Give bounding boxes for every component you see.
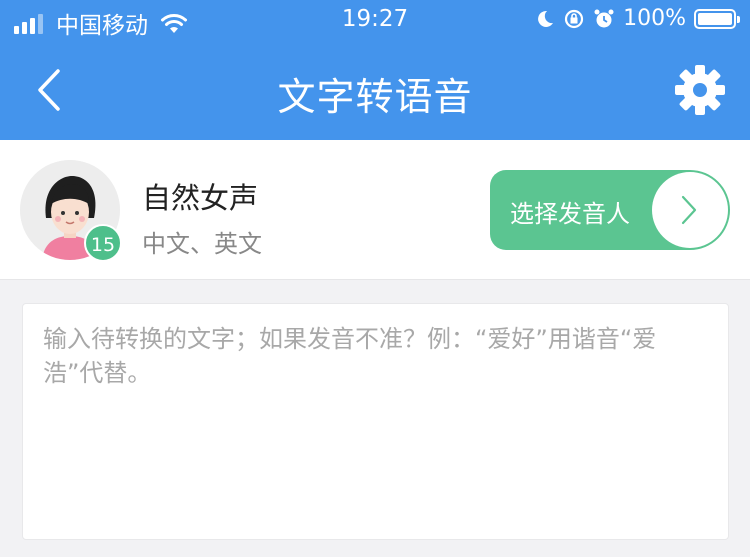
header-bar: 中国移动 19:27 100% 文字转语音 bbox=[0, 0, 750, 140]
voice-languages: 中文、英文 bbox=[142, 230, 262, 258]
voice-level-badge: 15 bbox=[84, 224, 122, 262]
battery-percent: 100% bbox=[623, 6, 686, 31]
choose-speaker-label: 选择发音人 bbox=[510, 200, 630, 228]
avatar: 15 bbox=[20, 160, 122, 262]
gear-icon[interactable] bbox=[674, 64, 726, 116]
battery-icon bbox=[694, 8, 740, 29]
alarm-icon bbox=[594, 9, 614, 27]
page-title: 文字转语音 bbox=[277, 75, 473, 119]
moon-icon bbox=[538, 10, 554, 27]
choose-speaker-circle bbox=[652, 172, 728, 248]
voice-name: 自然女声 bbox=[142, 181, 259, 215]
rotation-lock-icon bbox=[564, 9, 584, 28]
choose-speaker-button[interactable]: 选择发音人 bbox=[490, 170, 730, 250]
text-input-area[interactable]: 输入待转换的文字；如果发音不准？例：“爱好”用谐音“爱浩”代替。 bbox=[22, 303, 729, 540]
status-bar: 中国移动 19:27 100% bbox=[0, 0, 750, 40]
chevron-right-icon bbox=[681, 195, 697, 225]
voice-card: 15 自然女声 中文、英文 选择发音人 bbox=[0, 140, 750, 280]
